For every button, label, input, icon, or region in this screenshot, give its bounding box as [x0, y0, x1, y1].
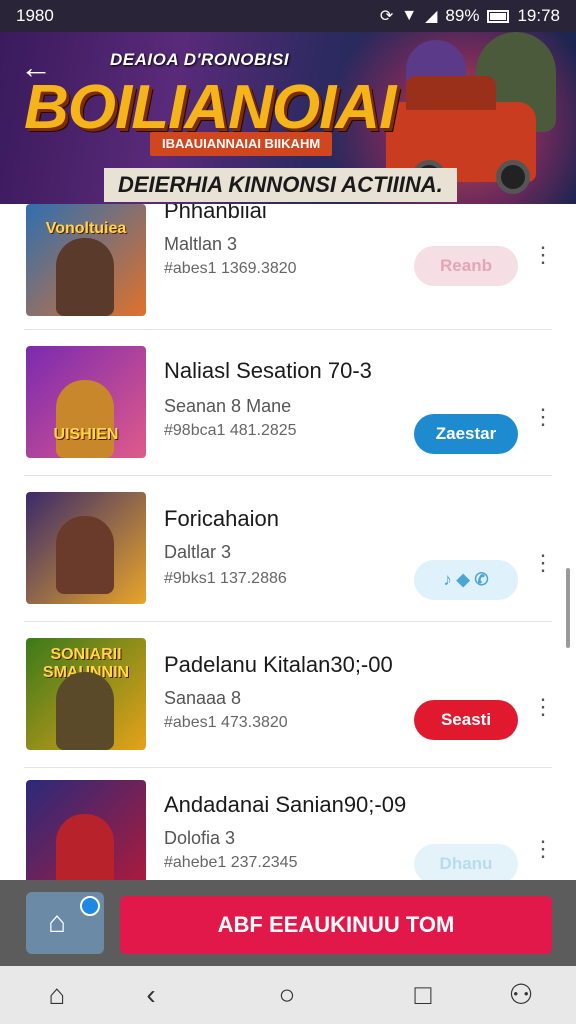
- banner-pill: IBAAUIANNAIAI BIIKAHM: [150, 132, 333, 156]
- list-item-thumbnail: [26, 492, 146, 604]
- home-shortcut-button[interactable]: ⌂: [26, 892, 104, 954]
- wifi-icon: ▼: [401, 7, 418, 24]
- more-options-icon[interactable]: ⋮: [532, 552, 554, 588]
- bottom-action-bar: ⌂ ABF EEAUKINUU TOM: [0, 880, 576, 966]
- list-item-meta: #9bks1 137.2886: [164, 570, 287, 587]
- primary-cta-button[interactable]: ABF EEAUKINUU TOM: [120, 896, 552, 954]
- list-item-subtitle: Daltlar 3: [164, 542, 232, 562]
- banner-subtitle: DEIERHIA KINNONSI ACTIIINA.: [104, 168, 457, 202]
- list-item[interactable]: SONIARII SMAUNNIN Padelanu Kitalan30;-00…: [24, 622, 554, 768]
- list-item-title: Padelanu Kitalan30;-00: [164, 652, 393, 677]
- list-item-action-button[interactable]: Zaestar: [414, 414, 518, 454]
- list-item-meta: #abes1 473.3820: [164, 714, 288, 731]
- house-icon: ⌂: [48, 906, 67, 939]
- status-bar: 1980 ⟳ ▼ ◢ 89% 19:78: [0, 0, 576, 32]
- list-item-thumbnail: UISHIEN: [26, 346, 146, 458]
- more-options-icon[interactable]: ⋮: [532, 696, 554, 732]
- battery-percent: 89%: [445, 6, 480, 25]
- recents-icon[interactable]: □: [406, 978, 440, 1012]
- status-left-text: 1980: [16, 6, 54, 25]
- thumbnail-character: [56, 238, 114, 316]
- list-item-subtitle: Sanaaa 8: [164, 688, 242, 708]
- list-item-title: Phhanbiiai: [164, 204, 267, 223]
- list-item-thumbnail: Vonoltuiea: [26, 204, 146, 316]
- back-icon[interactable]: ‹: [134, 978, 168, 1012]
- list-item-meta: #abes1 1369.3820: [164, 260, 297, 277]
- back-arrow-icon[interactable]: ←: [20, 50, 54, 84]
- notification-badge: [80, 896, 100, 916]
- list-item[interactable]: UISHIEN Naliasl Sesation 70-3 Seanan 8 M…: [24, 330, 554, 476]
- battery-icon: [487, 9, 510, 23]
- banner-wheel-rear: [496, 160, 530, 194]
- system-nav-bar: ⌂ ‹ ○ □ ⚇: [0, 966, 576, 1024]
- list-item-title: Foricahaion: [164, 506, 279, 531]
- list-item-meta: #98bca1 481.2825: [164, 422, 297, 439]
- list-item-subtitle: Maltlan 3: [164, 234, 238, 254]
- home-icon[interactable]: ⌂: [40, 978, 74, 1012]
- hero-banner: ← DEAIOA D'RONOBISI BOILIANOIAI IBAAUIAN…: [0, 32, 576, 204]
- thumbnail-character: [56, 672, 114, 750]
- list-item-action-button[interactable]: Seasti: [414, 700, 518, 740]
- scrollbar-thumb[interactable]: [566, 568, 570, 648]
- list-item[interactable]: Andadanai Sanian90;-09 Dolofia 3 #ahebe1…: [24, 768, 554, 880]
- thumbnail-character: [56, 516, 114, 594]
- list-item[interactable]: Vonoltuiea Phhanbiiai Maltlan 3 #abes1 1…: [24, 204, 554, 330]
- status-time: 19:78: [517, 6, 560, 25]
- signal-icon: ◢: [425, 8, 438, 25]
- thumbnail-character: [56, 814, 114, 880]
- list-item-meta: #ahebe1 237.2345: [164, 854, 298, 871]
- circle-home-icon[interactable]: ○: [270, 978, 304, 1012]
- thumbnail-label: UISHIEN: [53, 426, 119, 443]
- list-item-action-button[interactable]: Reanb: [414, 246, 518, 286]
- list-item-title: Andadanai Sanian90;-09: [164, 792, 407, 817]
- list-item-title: Naliasl Sesation 70-3: [164, 358, 372, 383]
- banner-top-text: DEAIOA D'RONOBISI: [110, 50, 290, 69]
- list-item-action-button[interactable]: Dhanu: [414, 844, 518, 880]
- sync-icon: ⟳: [379, 8, 394, 25]
- list-item-action-button[interactable]: ♪ ◆ ✆: [414, 560, 518, 600]
- list-item-thumbnail: [26, 780, 146, 880]
- thumbnail-character: [56, 380, 114, 458]
- list-item-thumbnail: SONIARII SMAUNNIN: [26, 638, 146, 750]
- status-right: ⟳ ▼ ◢ 89% 19:78: [380, 6, 560, 26]
- list-item[interactable]: Foricahaion Daltlar 3 #9bks1 137.2886 ♪ …: [24, 476, 554, 622]
- more-options-icon[interactable]: ⋮: [532, 838, 554, 874]
- session-list: Vonoltuiea Phhanbiiai Maltlan 3 #abes1 1…: [0, 204, 576, 880]
- add-user-icon[interactable]: ⚇: [504, 978, 538, 1012]
- more-options-icon[interactable]: ⋮: [532, 406, 554, 442]
- thumbnail-label: Vonoltuiea: [45, 220, 127, 237]
- list-item-subtitle: Dolofia 3: [164, 828, 236, 848]
- list-item-subtitle: Seanan 8 Mane: [164, 396, 292, 416]
- more-options-icon[interactable]: ⋮: [532, 244, 554, 280]
